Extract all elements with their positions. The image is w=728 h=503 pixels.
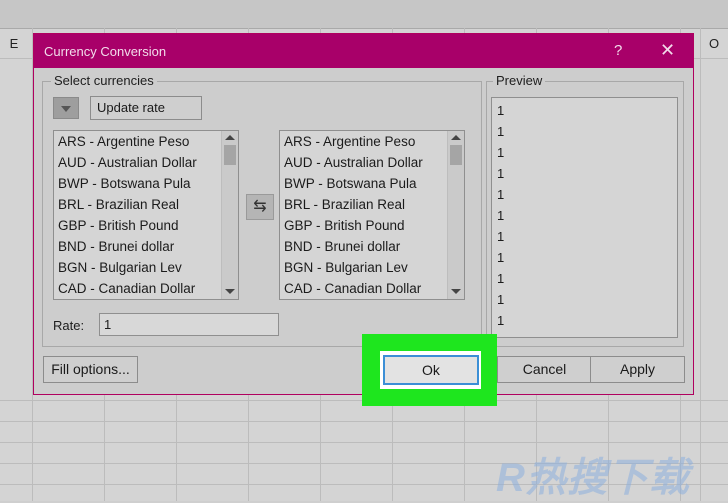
swap-icon: ⇆ [253,198,267,215]
list-item[interactable]: BGN - Bulgarian Lev [58,260,182,275]
list-item[interactable]: BRL - Brazilian Real [58,197,179,212]
swap-currencies-button[interactable]: ⇆ [246,194,274,220]
preview-list[interactable]: 1 1 1 1 1 1 1 1 1 1 1 [491,97,678,338]
cancel-button[interactable]: Cancel [497,356,592,383]
rate-input[interactable]: 1 [99,313,279,336]
rate-label: Rate: [53,318,85,333]
preview-item: 1 [497,187,505,202]
column-header[interactable]: O [700,30,728,58]
dropdown-button[interactable] [53,97,79,119]
preview-item: 1 [497,271,505,286]
preview-item: 1 [497,103,505,118]
list-item[interactable]: CAD - Canadian Dollar [284,281,421,296]
scroll-down-icon[interactable] [451,289,461,294]
target-currency-list[interactable]: ARS - Argentine Peso AUD - Australian Do… [279,130,465,300]
chevron-down-icon [61,106,71,112]
list-item[interactable]: GBP - British Pound [58,218,179,233]
watermark-logo: R热搜下载 [496,456,690,500]
scrollbar[interactable] [447,131,464,299]
list-item[interactable]: AUD - Australian Dollar [284,155,423,170]
close-icon[interactable]: ✕ [660,40,675,61]
fill-options-button[interactable]: Fill options... [43,356,138,383]
preview-item: 1 [497,229,505,244]
scroll-thumb[interactable] [450,145,462,165]
preview-item: 1 [497,313,505,328]
apply-button[interactable]: Apply [590,356,685,383]
scrollbar[interactable] [221,131,238,299]
preview-item: 1 [497,124,505,139]
scroll-up-icon[interactable] [225,135,235,140]
list-item[interactable]: ARS - Argentine Peso [284,134,415,149]
dialog-title: Currency Conversion [44,44,167,59]
list-item[interactable]: BND - Brunei dollar [58,239,174,254]
help-icon[interactable]: ? [614,42,622,59]
preview-item: 1 [497,145,505,160]
preview-label: Preview [493,73,546,88]
list-item[interactable]: CAD - Canadian Dollar [58,281,195,296]
gridline [700,28,701,501]
preview-item: 1 [497,166,505,181]
list-item[interactable]: BWP - Botswana Pula [58,176,191,191]
scroll-thumb[interactable] [224,145,236,165]
update-rate-button[interactable]: Update rate [90,96,202,120]
preview-item: 1 [497,250,505,265]
ok-button[interactable]: Ok [383,355,479,385]
list-item[interactable]: BGN - Bulgarian Lev [284,260,408,275]
preview-item: 1 [497,208,505,223]
select-currencies-label: Select currencies [51,73,157,88]
scroll-down-icon[interactable] [225,289,235,294]
gridline [0,442,728,443]
list-item[interactable]: BND - Brunei dollar [284,239,400,254]
preview-item: 1 [497,292,505,307]
list-item[interactable]: AUD - Australian Dollar [58,155,197,170]
scroll-up-icon[interactable] [451,135,461,140]
ribbon-area [0,0,728,29]
dialog-titlebar[interactable]: Currency Conversion ? ✕ [34,34,693,68]
list-item[interactable]: GBP - British Pound [284,218,405,233]
column-header[interactable]: E [0,30,28,58]
source-currency-list[interactable]: ARS - Argentine Peso AUD - Australian Do… [53,130,239,300]
list-item[interactable]: BRL - Brazilian Real [284,197,405,212]
gridline [0,421,728,422]
list-item[interactable]: ARS - Argentine Peso [58,134,189,149]
list-item[interactable]: BWP - Botswana Pula [284,176,417,191]
